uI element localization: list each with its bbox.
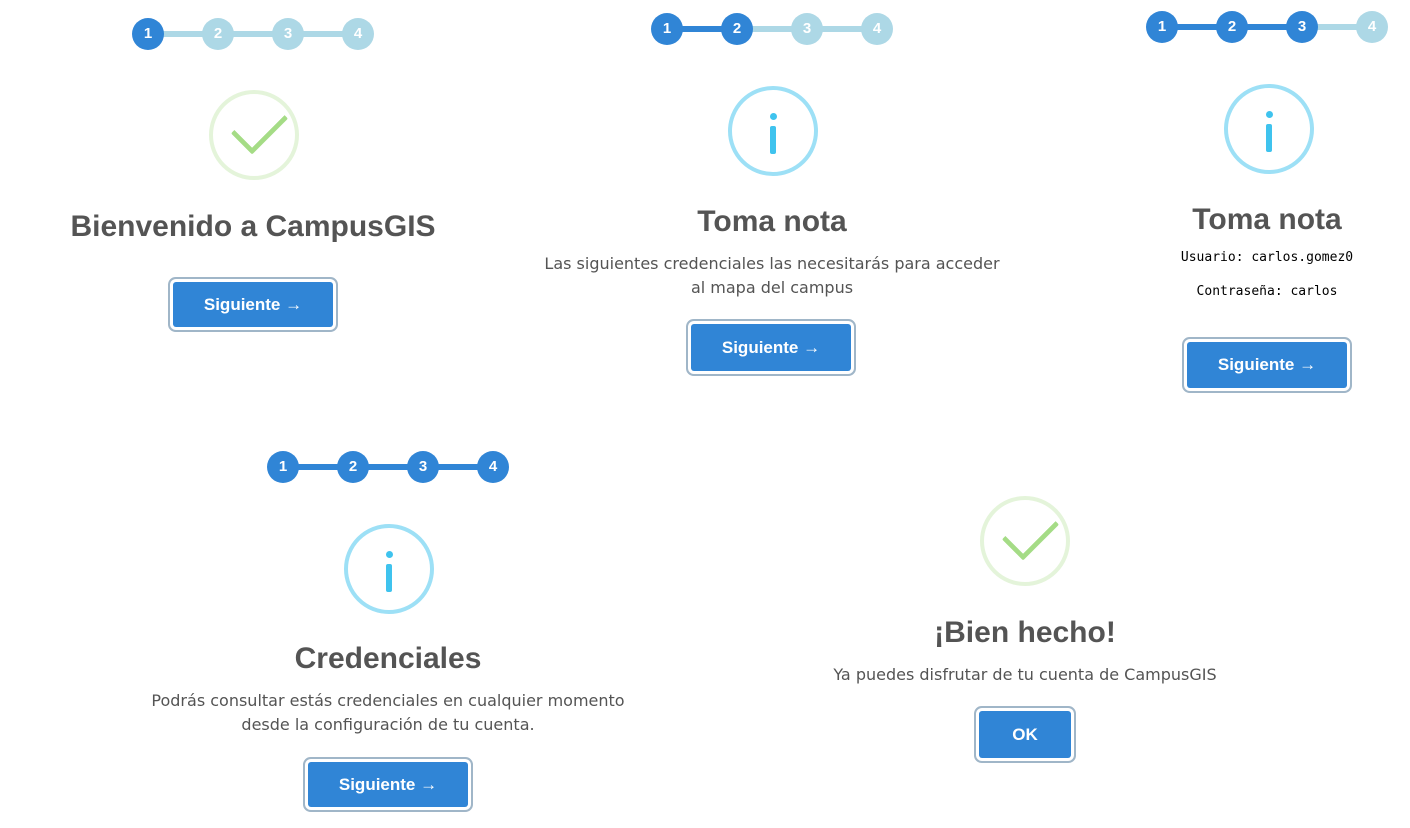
dialog-step-1: 1 2 3 4 Bienvenido a CampusGIS Siguiente… <box>0 0 510 400</box>
dialog-title: Toma nota <box>1192 203 1342 236</box>
progress-steps: 1 2 3 4 <box>267 451 509 483</box>
success-check-icon <box>980 496 1070 586</box>
step-3: 3 <box>1286 11 1318 43</box>
dialog-title: Credenciales <box>294 642 482 675</box>
step-2: 2 <box>721 13 753 45</box>
password-text: Contraseña: carlos <box>1196 284 1338 299</box>
dialog-title: Toma nota <box>697 205 847 238</box>
next-button[interactable]: Siguiente → <box>1187 342 1347 388</box>
dialog-step-3: 1 2 3 4 Toma nota Usuario: carlos.gomez0… <box>1120 0 1410 400</box>
step-1: 1 <box>267 451 299 483</box>
dialog-text: Las siguientes credenciales las necesita… <box>544 254 1000 297</box>
info-icon <box>344 524 434 614</box>
step-connector-done <box>283 464 493 470</box>
step-2: 2 <box>202 18 234 50</box>
step-4: 4 <box>342 18 374 50</box>
next-button[interactable]: Siguiente → <box>691 324 851 371</box>
dialog-text: Podrás consultar estás credenciales en c… <box>151 691 625 734</box>
ok-button[interactable]: OK <box>979 711 1071 758</box>
success-check-icon <box>209 90 299 180</box>
progress-steps: 1 2 3 4 <box>1146 11 1388 43</box>
step-4: 4 <box>477 451 509 483</box>
username-text: Usuario: carlos.gomez0 <box>1180 250 1354 265</box>
dialog-success: ¡Bien hecho! Ya puedes disfrutar de tu c… <box>770 436 1280 786</box>
step-3: 3 <box>407 451 439 483</box>
progress-steps: 1 2 3 4 <box>132 18 374 50</box>
info-icon <box>728 86 818 176</box>
step-3: 3 <box>272 18 304 50</box>
dialog-step-4: 1 2 3 4 Credenciales Podrás consultar es… <box>130 436 650 828</box>
dialog-title: Bienvenido a CampusGIS <box>70 210 436 243</box>
step-1: 1 <box>1146 11 1178 43</box>
step-3: 3 <box>791 13 823 45</box>
progress-steps: 1 2 3 4 <box>651 13 893 45</box>
dialog-text: Ya puedes disfrutar de tu cuenta de Camp… <box>833 665 1217 684</box>
step-2: 2 <box>337 451 369 483</box>
dialog-step-2: 1 2 3 4 Toma nota Las siguientes credenc… <box>510 0 1035 400</box>
dialog-title: ¡Bien hecho! <box>934 616 1116 649</box>
next-button[interactable]: Siguiente → <box>308 762 468 807</box>
step-4: 4 <box>861 13 893 45</box>
step-connector <box>148 31 358 37</box>
info-icon <box>1224 84 1314 174</box>
step-1: 1 <box>651 13 683 45</box>
next-button[interactable]: Siguiente → <box>173 282 333 327</box>
step-4: 4 <box>1356 11 1388 43</box>
step-2: 2 <box>1216 11 1248 43</box>
step-1: 1 <box>132 18 164 50</box>
